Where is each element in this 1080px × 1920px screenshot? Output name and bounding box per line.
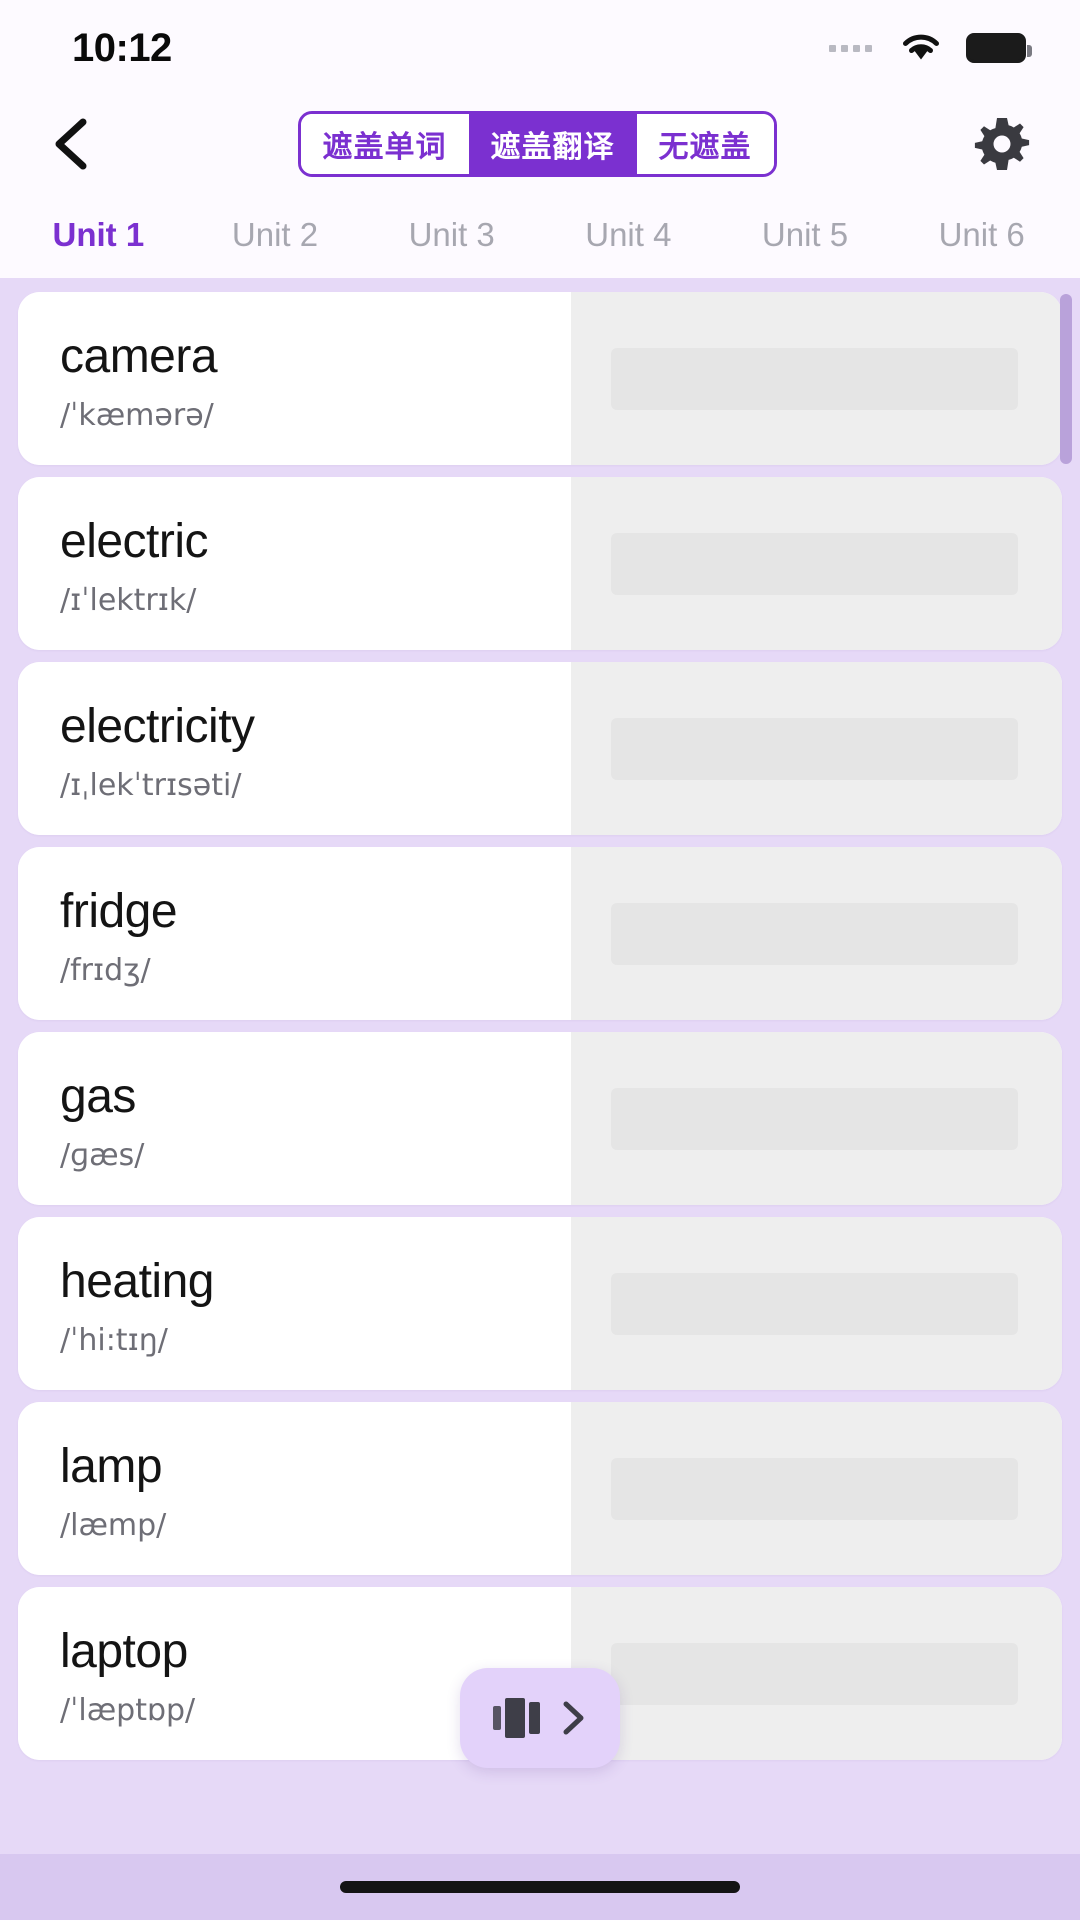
- chevron-right-icon: [558, 1698, 588, 1738]
- vertical-scrollbar[interactable]: [1060, 294, 1072, 464]
- back-chevron-icon[interactable]: [36, 108, 108, 180]
- word-card[interactable]: electricity /ɪˌlekˈtrɪsəti/: [18, 662, 1062, 835]
- word-title: lamp: [60, 1439, 163, 1493]
- mask-placeholder-bar: [611, 532, 1018, 595]
- wifi-icon: [898, 29, 944, 68]
- app-screen: 10:12 遮盖单词 遮盖翻译 无遮盖 Unit 1 Unit 2 Unit 3…: [0, 0, 1080, 1920]
- battery-full-icon: [966, 33, 1032, 63]
- word-list[interactable]: camera /ˈkæmərə/ electric /ɪˈlektrɪk/ el…: [0, 278, 1080, 1854]
- word-phonetic: /læmp/: [60, 1508, 167, 1544]
- translation-masked-area[interactable]: [571, 1587, 1062, 1760]
- word-card[interactable]: lamp /læmp/: [18, 1402, 1062, 1575]
- translation-masked-area[interactable]: [571, 477, 1062, 650]
- word-phonetic: /ɪˈlektrɪk/: [60, 583, 197, 619]
- translation-masked-area[interactable]: [571, 292, 1062, 465]
- signal-dots-icon: [829, 44, 872, 52]
- word-title: gas: [60, 1069, 136, 1123]
- unit-tab-bar[interactable]: Unit 1 Unit 2 Unit 3 Unit 4 Unit 5 Unit …: [0, 192, 1080, 278]
- unit-tab-1[interactable]: Unit 1: [10, 208, 187, 262]
- unit-tab-5[interactable]: Unit 5: [717, 208, 894, 262]
- translation-masked-area[interactable]: [571, 1032, 1062, 1205]
- unit-tab-4[interactable]: Unit 4: [540, 208, 717, 262]
- word-card[interactable]: gas /ɡæs/: [18, 1032, 1062, 1205]
- card-stack-icon: [492, 1698, 540, 1738]
- home-indicator[interactable]: [340, 1881, 740, 1893]
- mask-placeholder-bar: [611, 347, 1018, 410]
- unit-tab-2[interactable]: Unit 2: [187, 208, 364, 262]
- word-card-stack: camera /ˈkæmərə/ electric /ɪˈlektrɪk/ el…: [0, 292, 1080, 1760]
- mask-placeholder-bar: [611, 1457, 1018, 1520]
- translation-masked-area[interactable]: [571, 662, 1062, 835]
- word-title: electric: [60, 514, 209, 568]
- segment-mask-translation[interactable]: 遮盖翻译: [468, 114, 637, 174]
- word-title: camera: [60, 329, 218, 383]
- word-card-text: camera /ˈkæmərə/: [18, 292, 572, 465]
- mask-placeholder-bar: [611, 717, 1018, 780]
- nav-bar: 遮盖单词 遮盖翻译 无遮盖: [0, 96, 1080, 192]
- word-title: electricity: [60, 699, 255, 753]
- unit-tab-6[interactable]: Unit 6: [893, 208, 1070, 262]
- word-phonetic: /frɪdʒ/: [60, 953, 151, 989]
- word-card-text: heating /ˈhi:tɪŋ/: [18, 1217, 572, 1390]
- word-title: heating: [60, 1254, 214, 1308]
- segment-no-mask[interactable]: 无遮盖: [636, 114, 774, 174]
- word-card-text: lamp /læmp/: [18, 1402, 572, 1575]
- word-card-text: fridge /frɪdʒ/: [18, 847, 572, 1020]
- word-card[interactable]: electric /ɪˈlektrɪk/: [18, 477, 1062, 650]
- mask-placeholder-bar: [611, 1087, 1018, 1150]
- word-phonetic: /ɡæs/: [60, 1138, 145, 1174]
- word-card[interactable]: camera /ˈkæmərə/: [18, 292, 1062, 465]
- unit-tab-3[interactable]: Unit 3: [363, 208, 540, 262]
- word-card[interactable]: fridge /frɪdʒ/: [18, 847, 1062, 1020]
- mask-mode-segmented-control[interactable]: 遮盖单词 遮盖翻译 无遮盖: [297, 111, 777, 177]
- word-phonetic: /ɪˌlekˈtrɪsəti/: [60, 768, 242, 804]
- status-time: 10:12: [72, 25, 172, 70]
- gear-icon[interactable]: [966, 108, 1038, 180]
- mask-placeholder-bar: [611, 902, 1018, 965]
- status-bar: 10:12: [0, 0, 1080, 96]
- home-indicator-bar: [0, 1854, 1080, 1920]
- translation-masked-area[interactable]: [571, 847, 1062, 1020]
- translation-masked-area[interactable]: [571, 1217, 1062, 1390]
- word-card[interactable]: heating /ˈhi:tɪŋ/: [18, 1217, 1062, 1390]
- segment-mask-word[interactable]: 遮盖单词: [300, 114, 469, 174]
- word-phonetic: /ˈhi:tɪŋ/: [60, 1323, 168, 1359]
- mask-placeholder-bar: [611, 1642, 1018, 1705]
- word-card-text: gas /ɡæs/: [18, 1032, 572, 1205]
- status-indicators: [829, 29, 1032, 68]
- card-mode-button[interactable]: [460, 1668, 620, 1768]
- word-phonetic: /ˈkæmərə/: [60, 398, 214, 434]
- word-card-text: electricity /ɪˌlekˈtrɪsəti/: [18, 662, 572, 835]
- word-card-text: electric /ɪˈlektrɪk/: [18, 477, 572, 650]
- mask-placeholder-bar: [611, 1272, 1018, 1335]
- word-title: fridge: [60, 884, 178, 938]
- translation-masked-area[interactable]: [571, 1402, 1062, 1575]
